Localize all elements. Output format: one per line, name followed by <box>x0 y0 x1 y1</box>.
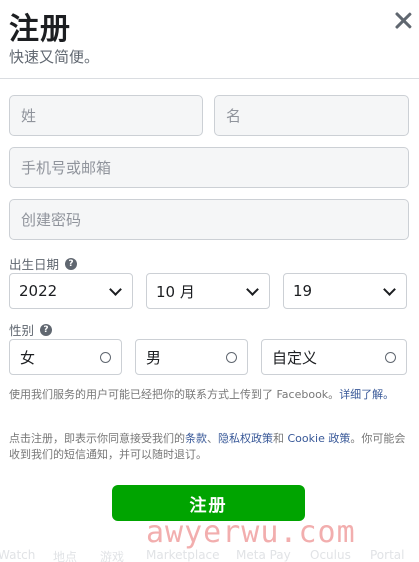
footer-link[interactable]: 游戏 <box>100 548 124 562</box>
chevron-down-icon <box>246 282 259 296</box>
birthday-label: 出生日期 ? <box>9 254 78 273</box>
footer-link[interactable]: Oculus <box>310 548 351 562</box>
password-input[interactable] <box>9 199 409 240</box>
question-icon[interactable]: ? <box>65 257 78 270</box>
birthday-year-select[interactable]: 2022 <box>9 273 133 309</box>
footer-links: Watch 地点 游戏 Marketplace Meta Pay Oculus … <box>0 548 419 562</box>
last-name-input[interactable] <box>9 95 203 136</box>
footer-link[interactable]: Watch <box>0 548 35 562</box>
first-name-input[interactable] <box>214 95 409 136</box>
contact-input[interactable] <box>9 147 409 188</box>
question-icon[interactable]: ? <box>40 323 53 336</box>
gender-option-custom[interactable]: 自定义 <box>261 339 407 375</box>
chevron-down-icon <box>383 282 396 296</box>
gender-option-female[interactable]: 女 <box>9 339 122 375</box>
birthday-day-select[interactable]: 19 <box>283 273 407 309</box>
learn-more-link[interactable]: 详细了解。 <box>339 388 394 401</box>
radio-icon[interactable] <box>385 351 396 363</box>
footer-link[interactable]: Marketplace <box>146 548 220 562</box>
contact-upload-note: 使用我们服务的用户可能已经把你的联系方式上传到了 Facebook。详细了解。 <box>9 388 395 401</box>
radio-icon[interactable] <box>226 351 237 363</box>
terms-note: 点击注册，即表示你同意接受我们的条款、隐私权政策和 Cookie 政策。你可能会… <box>9 432 406 461</box>
cookie-policy-link[interactable]: Cookie 政策 <box>288 432 351 445</box>
gender-label: 性别 ? <box>9 320 53 339</box>
page-title: 注册 <box>9 12 71 47</box>
birthday-month-select[interactable]: 10 月 <box>146 273 270 309</box>
page-subtitle: 快速又简便。 <box>9 48 100 66</box>
footer-link[interactable]: 地点 <box>53 548 77 562</box>
privacy-policy-link[interactable]: 隐私权政策 <box>218 432 273 445</box>
close-icon[interactable] <box>394 11 412 29</box>
chevron-down-icon <box>109 282 122 296</box>
watermark: awyerwu.com <box>146 515 356 550</box>
radio-icon[interactable] <box>100 351 111 363</box>
terms-link[interactable]: 条款 <box>185 432 207 445</box>
footer-link[interactable]: Meta Pay <box>236 548 291 562</box>
gender-option-male[interactable]: 男 <box>135 339 248 375</box>
footer-link[interactable]: Portal <box>370 548 404 562</box>
signup-header: 注册 快速又简便。 <box>0 0 419 79</box>
